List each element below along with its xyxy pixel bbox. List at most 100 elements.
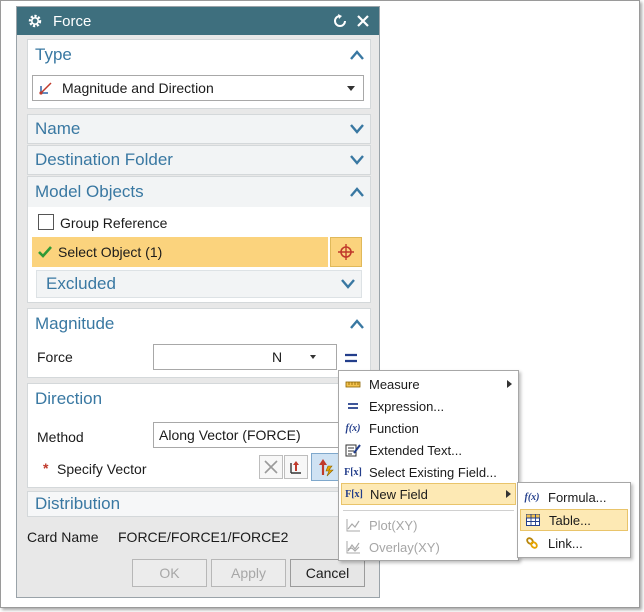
submenu-item-label: Formula... (548, 489, 607, 505)
type-header[interactable]: Type (28, 40, 370, 70)
equals-icon (344, 398, 362, 414)
name-section[interactable]: Name (27, 114, 371, 144)
chevron-down-icon (350, 124, 364, 134)
new-field-icon: F[x] (345, 488, 363, 500)
menu-item-label: Measure (369, 376, 420, 392)
close-icon[interactable] (357, 15, 369, 27)
distribution-header[interactable]: Distribution (28, 492, 370, 516)
card-name-value: FORCE/FORCE1/FORCE2 (118, 529, 289, 545)
menu-item-expression[interactable]: Expression... (341, 395, 516, 417)
cancel-button[interactable]: Cancel (290, 559, 365, 587)
select-object-row[interactable]: Select Object (1) (32, 237, 328, 267)
method-dropdown-value: Along Vector (FORCE) (159, 427, 301, 443)
submenu-item-label: Link... (548, 535, 583, 551)
menu-item-label: Plot(XY) (369, 517, 418, 533)
specify-vector-label: Specify Vector (57, 461, 147, 477)
group-reference-checkbox[interactable] (38, 214, 54, 230)
submenu-arrow-icon (507, 380, 512, 388)
vector-type-icon (39, 82, 52, 95)
type-section: Type Magnitude and Direction (27, 39, 371, 109)
vector-constructor-icon (290, 461, 301, 474)
direction-section: Direction Method Along Vector (FORCE) * … (27, 383, 371, 488)
name-title: Name (35, 119, 81, 138)
model-objects-section: Model Objects Group Reference Select Obj… (27, 176, 371, 303)
menu-item-label: Expression... (369, 398, 445, 414)
chevron-up-icon (350, 319, 364, 329)
gear-icon[interactable] (27, 13, 43, 29)
destination-folder-section[interactable]: Destination Folder (27, 145, 371, 175)
required-marker: * (43, 460, 49, 476)
vector-dialog-button[interactable] (284, 455, 308, 479)
context-menu: Measure Expression... f(x) Function Exte… (338, 370, 519, 561)
plot-icon (344, 517, 362, 533)
function-icon: f(x) (345, 422, 361, 434)
force-input[interactable]: N (153, 344, 337, 370)
overlay-icon (344, 539, 362, 555)
force-dialog: Force Type Magnitude and Direction Name … (16, 6, 380, 598)
ok-button[interactable]: OK (132, 559, 207, 587)
distribution-title: Distribution (35, 494, 121, 513)
menu-item-label: Overlay(XY) (369, 539, 440, 555)
apply-button[interactable]: Apply (211, 559, 286, 587)
type-title: Type (35, 45, 72, 64)
crosshair-icon (338, 244, 354, 260)
menu-item-extended-text[interactable]: Extended Text... (341, 439, 516, 461)
equals-icon[interactable] (344, 353, 358, 363)
unit-caret-icon[interactable] (310, 355, 316, 359)
magnitude-title: Magnitude (35, 314, 115, 333)
menu-item-select-existing-field[interactable]: F[x] Select Existing Field... (341, 461, 516, 483)
chevron-up-icon (350, 187, 364, 197)
chevron-down-icon (350, 155, 364, 165)
chevron-up-icon (350, 50, 364, 60)
vector-cancel-button[interactable] (259, 455, 283, 479)
checkmark-icon (38, 246, 52, 258)
menu-item-new-field[interactable]: F[x] New Field (341, 483, 516, 505)
field-icon: F[x] (344, 466, 362, 478)
direction-title: Direction (35, 389, 103, 408)
distribution-section[interactable]: Distribution (27, 491, 371, 517)
method-dropdown[interactable]: Along Vector (FORCE) (153, 422, 353, 448)
dialog-title: Force (53, 12, 92, 30)
menu-item-plot-xy[interactable]: Plot(XY) (341, 514, 516, 536)
menu-item-label: Select Existing Field... (369, 464, 497, 480)
magnitude-section: Magnitude Force N (27, 308, 371, 378)
destination-folder-title: Destination Folder (35, 150, 173, 169)
window-frame: Force Type Magnitude and Direction Name … (0, 0, 640, 608)
link-icon (523, 535, 541, 551)
select-object-label: Select Object (1) (58, 244, 163, 260)
dropdown-caret-icon (347, 85, 355, 91)
new-field-submenu: f(x) Formula... Table... Link... (517, 482, 631, 558)
magnitude-header[interactable]: Magnitude (28, 309, 370, 339)
vector-type-button[interactable] (311, 453, 341, 481)
reset-icon[interactable] (333, 14, 347, 28)
menu-item-function[interactable]: f(x) Function (341, 417, 516, 439)
function-icon: f(x) (524, 491, 540, 503)
menu-item-measure[interactable]: Measure (341, 373, 516, 395)
inferred-vector-icon (319, 459, 334, 477)
table-icon (524, 512, 542, 528)
select-object-button[interactable] (330, 237, 362, 267)
submenu-item-link[interactable]: Link... (520, 532, 628, 554)
excluded-title: Excluded (46, 274, 116, 293)
force-unit: N (272, 349, 283, 365)
excluded-subsection[interactable]: Excluded (36, 270, 362, 298)
submenu-item-table[interactable]: Table... (520, 509, 628, 531)
cross-arrows-icon (264, 460, 278, 474)
method-label: Method (37, 429, 84, 445)
menu-item-overlay-xy[interactable]: Overlay(XY) (341, 536, 516, 558)
menu-separator (343, 510, 514, 511)
chevron-down-icon (341, 279, 355, 289)
type-dropdown[interactable]: Magnitude and Direction (32, 75, 364, 101)
menu-item-label: Extended Text... (369, 442, 462, 458)
destination-folder-header[interactable]: Destination Folder (28, 146, 370, 174)
name-header[interactable]: Name (28, 115, 370, 143)
submenu-item-formula[interactable]: f(x) Formula... (520, 486, 628, 508)
submenu-arrow-icon (506, 490, 511, 498)
menu-item-label: New Field (370, 486, 428, 502)
direction-header[interactable]: Direction (28, 384, 370, 414)
card-name-label: Card Name (27, 529, 99, 545)
edit-text-icon (344, 442, 362, 458)
group-reference-label: Group Reference (60, 215, 168, 231)
model-objects-header[interactable]: Model Objects (28, 177, 370, 207)
type-dropdown-value: Magnitude and Direction (62, 80, 214, 96)
